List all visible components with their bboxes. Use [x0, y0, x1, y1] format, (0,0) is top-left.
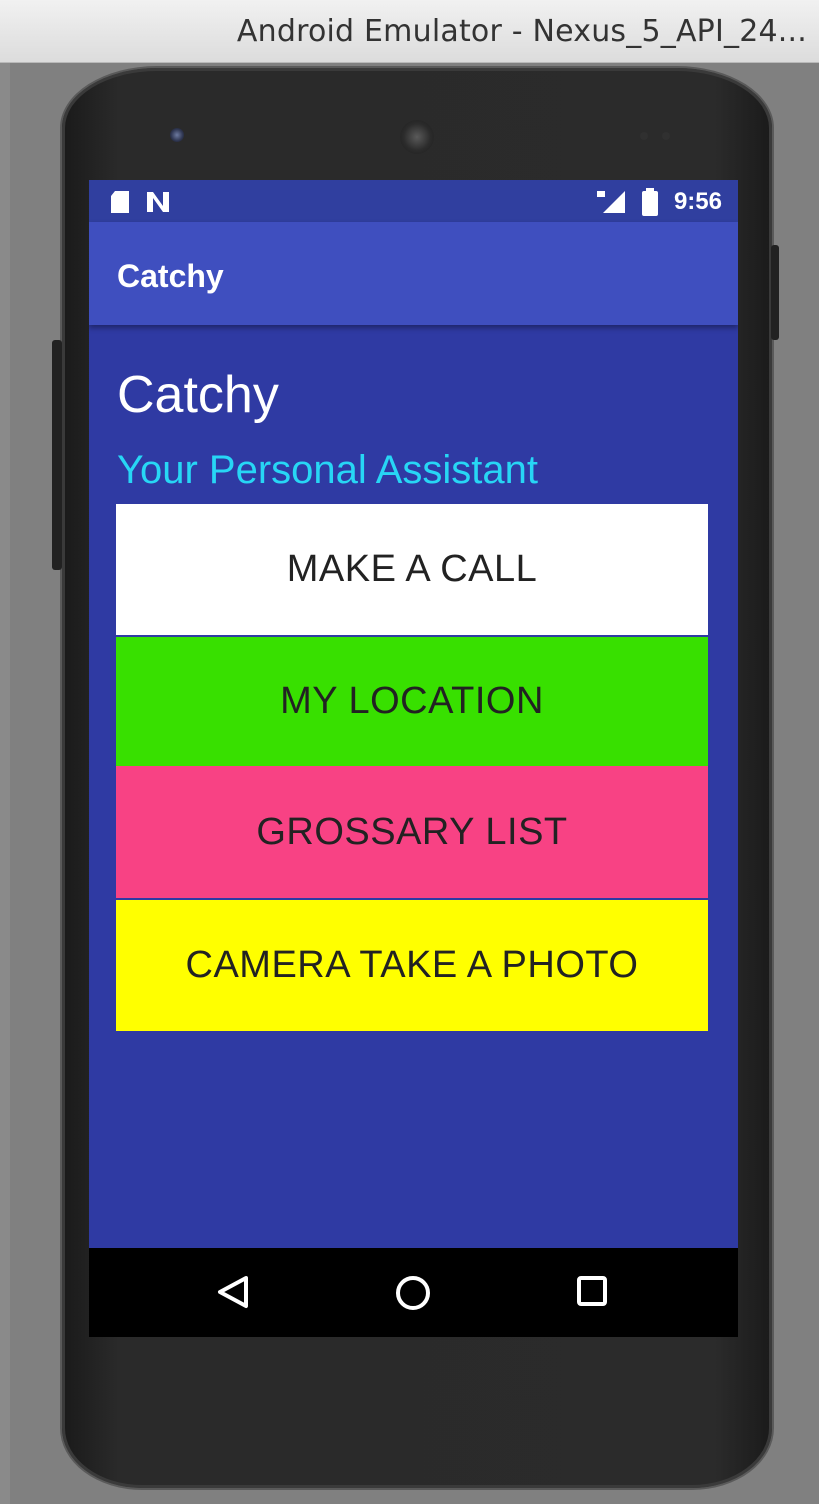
page-subtitle: Your Personal Assistant	[117, 448, 538, 492]
earpiece-speaker	[400, 120, 434, 154]
grossary-list-button[interactable]: GROSSARY LIST	[116, 766, 708, 898]
home-icon[interactable]	[394, 1274, 432, 1312]
sd-card-icon	[111, 191, 129, 213]
front-camera	[170, 128, 184, 142]
lte-signal-icon	[597, 191, 625, 213]
status-bar: 9:56	[89, 180, 738, 222]
status-clock: 9:56	[673, 188, 722, 215]
back-icon[interactable]	[216, 1274, 250, 1310]
recents-icon[interactable]	[575, 1274, 609, 1308]
app-bar: Catchy	[89, 222, 738, 325]
app-bar-title: Catchy	[117, 258, 224, 294]
page-title: Catchy	[117, 366, 279, 424]
make-a-call-button[interactable]: MAKE A CALL	[116, 504, 708, 635]
power-button[interactable]	[771, 245, 779, 340]
battery-icon	[642, 188, 658, 216]
emulator-titlebar: Android Emulator - Nexus_5_API_24...	[0, 0, 819, 63]
window-title: Android Emulator - Nexus_5_API_24...	[236, 14, 807, 49]
light-sensor	[662, 132, 670, 140]
navigation-bar	[89, 1248, 738, 1337]
volume-button[interactable]	[52, 340, 62, 570]
n-notification-icon	[147, 192, 169, 212]
my-location-button[interactable]: MY LOCATION	[116, 637, 708, 766]
proximity-sensor	[640, 132, 648, 140]
phone-screen: 9:56 Catchy Catchy Your Personal Assista…	[89, 180, 738, 1337]
camera-take-a-photo-button[interactable]: CAMERA TAKE A PHOTO	[116, 900, 708, 1031]
